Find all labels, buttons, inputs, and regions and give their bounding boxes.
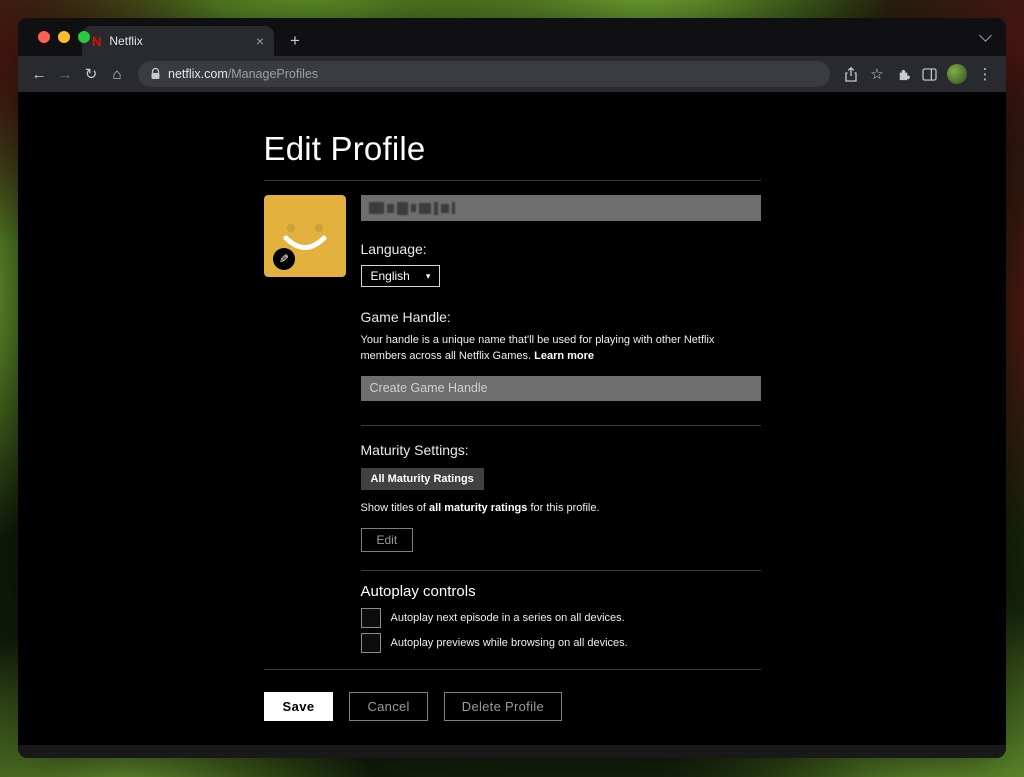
netflix-page: Edit Profile ✎ <box>18 92 1006 758</box>
language-dropdown[interactable]: English ▾ <box>361 265 441 287</box>
save-button[interactable]: Save <box>264 692 334 721</box>
actions-divider <box>264 669 761 670</box>
close-window-button[interactable] <box>38 31 50 43</box>
autoplay-option-row: Autoplay next episode in a series on all… <box>361 608 761 628</box>
maturity-desc-prefix: Show titles of <box>361 502 429 514</box>
bookmark-star-icon[interactable]: ☆ <box>864 61 890 87</box>
side-panel-icon[interactable] <box>916 61 942 87</box>
autoplay-next-episode-label: Autoplay next episode in a series on all… <box>391 612 625 624</box>
game-handle-input[interactable] <box>361 376 761 401</box>
page-footer-strip <box>18 745 1006 758</box>
chevron-down-icon[interactable] <box>979 29 992 42</box>
maturity-description: Show titles of all maturity ratings for … <box>361 502 761 514</box>
reload-button[interactable]: ↻ <box>78 61 104 87</box>
home-button[interactable]: ⌂ <box>104 61 130 87</box>
maturity-desc-bold: all maturity ratings <box>429 502 527 514</box>
browser-menu-icon[interactable]: ⋮ <box>972 61 998 87</box>
language-selected: English <box>371 269 410 283</box>
address-bar[interactable]: netflix.com/ManageProfiles <box>138 61 830 87</box>
edit-avatar-pencil-icon[interactable]: ✎ <box>273 248 295 270</box>
window-controls <box>38 31 90 43</box>
cancel-button[interactable]: Cancel <box>349 692 427 721</box>
title-divider <box>264 180 761 181</box>
tab-close-icon[interactable]: × <box>256 34 264 48</box>
caret-down-icon: ▾ <box>426 271 431 282</box>
section-divider <box>361 570 761 571</box>
action-buttons: Save Cancel Delete Profile <box>264 692 761 721</box>
profile-avatar[interactable]: ✎ <box>264 195 346 277</box>
browser-toolbar: ← → ↻ ⌂ netflix.com/ManageProfiles ☆ ⋮ <box>18 56 1006 92</box>
maximize-window-button[interactable] <box>78 31 90 43</box>
maturity-settings-label: Maturity Settings: <box>361 442 761 458</box>
autoplay-option-row: Autoplay previews while browsing on all … <box>361 633 761 653</box>
new-tab-button[interactable]: + <box>282 28 308 54</box>
game-handle-label: Game Handle: <box>361 309 761 325</box>
url-text: netflix.com/ManageProfiles <box>168 67 318 81</box>
tab-strip: N Netflix × + <box>18 18 1006 56</box>
back-button[interactable]: ← <box>26 61 52 87</box>
lock-icon <box>150 68 161 80</box>
edit-profile-form: Edit Profile ✎ <box>264 92 761 721</box>
maturity-desc-suffix: for this profile. <box>527 502 599 514</box>
learn-more-link[interactable]: Learn more <box>534 350 594 362</box>
netflix-logo-icon: N <box>92 35 101 48</box>
section-divider <box>361 425 761 426</box>
url-path: /ManageProfiles <box>228 67 318 81</box>
profile-fields: Language: English ▾ Game Handle: Your ha… <box>361 195 761 653</box>
page-title: Edit Profile <box>264 130 761 168</box>
redacted-name <box>369 202 384 214</box>
autoplay-controls-title: Autoplay controls <box>361 583 761 600</box>
minimize-window-button[interactable] <box>58 31 70 43</box>
profile-name-input[interactable] <box>361 195 761 221</box>
autoplay-previews-label: Autoplay previews while browsing on all … <box>391 637 628 649</box>
tab-title: Netflix <box>109 34 247 48</box>
autoplay-previews-checkbox[interactable] <box>361 633 381 653</box>
delete-profile-button[interactable]: Delete Profile <box>444 692 562 721</box>
language-label: Language: <box>361 241 761 257</box>
maturity-rating-badge: All Maturity Ratings <box>361 468 484 490</box>
forward-button[interactable]: → <box>52 61 78 87</box>
maturity-edit-button[interactable]: Edit <box>361 528 414 552</box>
profile-row: ✎ Language: English <box>264 195 761 653</box>
browser-tab-netflix[interactable]: N Netflix × <box>82 26 274 56</box>
url-host: netflix.com <box>168 67 228 81</box>
autoplay-next-episode-checkbox[interactable] <box>361 608 381 628</box>
browser-profile-avatar[interactable] <box>947 64 967 84</box>
game-handle-description: Your handle is a unique name that'll be … <box>361 333 761 365</box>
browser-window: N Netflix × + ← → ↻ ⌂ netflix.com/Manage… <box>18 18 1006 758</box>
extensions-puzzle-icon[interactable] <box>890 61 916 87</box>
share-button[interactable] <box>838 61 864 87</box>
